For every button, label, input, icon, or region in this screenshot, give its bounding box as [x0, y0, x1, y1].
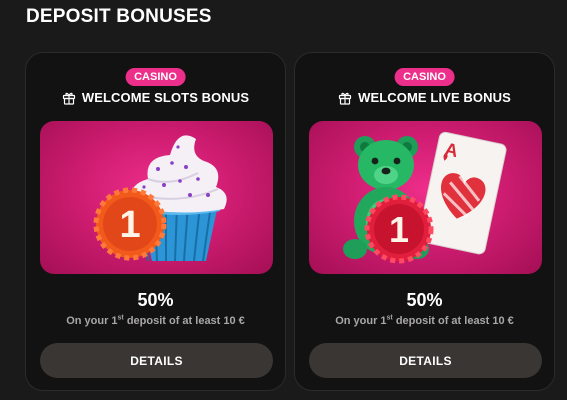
bonus-card-live: CASINO WELCOME LIVE BONUS A 1 50% On you… — [294, 52, 555, 391]
banner-number: 1 — [119, 204, 140, 246]
card-title-row: WELCOME SLOTS BONUS — [26, 90, 285, 105]
card-title: WELCOME LIVE BONUS — [358, 90, 511, 105]
deposit-condition: On your 1st deposit of at least 10 € — [66, 314, 245, 327]
section-title: DEPOSIT BONUSES — [26, 6, 212, 27]
cupcake-number-one-illustration: 1 — [40, 121, 273, 274]
category-badge: CASINO — [394, 68, 455, 86]
card-title-row: WELCOME LIVE BONUS — [295, 90, 554, 105]
gift-icon — [338, 91, 352, 105]
details-button[interactable]: DETAILS — [309, 343, 542, 378]
teddy-bear-ace-of-hearts-illustration: A 1 — [309, 121, 542, 274]
category-badge: CASINO — [125, 68, 186, 86]
bonus-cards: CASINO WELCOME SLOTS BONUS 1 50% On your… — [25, 52, 555, 392]
details-button[interactable]: DETAILS — [40, 343, 273, 378]
card-title: WELCOME SLOTS BONUS — [81, 90, 250, 105]
bonus-percent: 50% — [137, 290, 174, 310]
deposit-condition: On your 1st deposit of at least 10 € — [335, 314, 514, 327]
bonus-card-slots: CASINO WELCOME SLOTS BONUS 1 50% On your… — [25, 52, 286, 391]
gift-icon — [62, 91, 76, 105]
banner-number: 1 — [389, 209, 409, 250]
bonus-percent: 50% — [406, 290, 443, 310]
